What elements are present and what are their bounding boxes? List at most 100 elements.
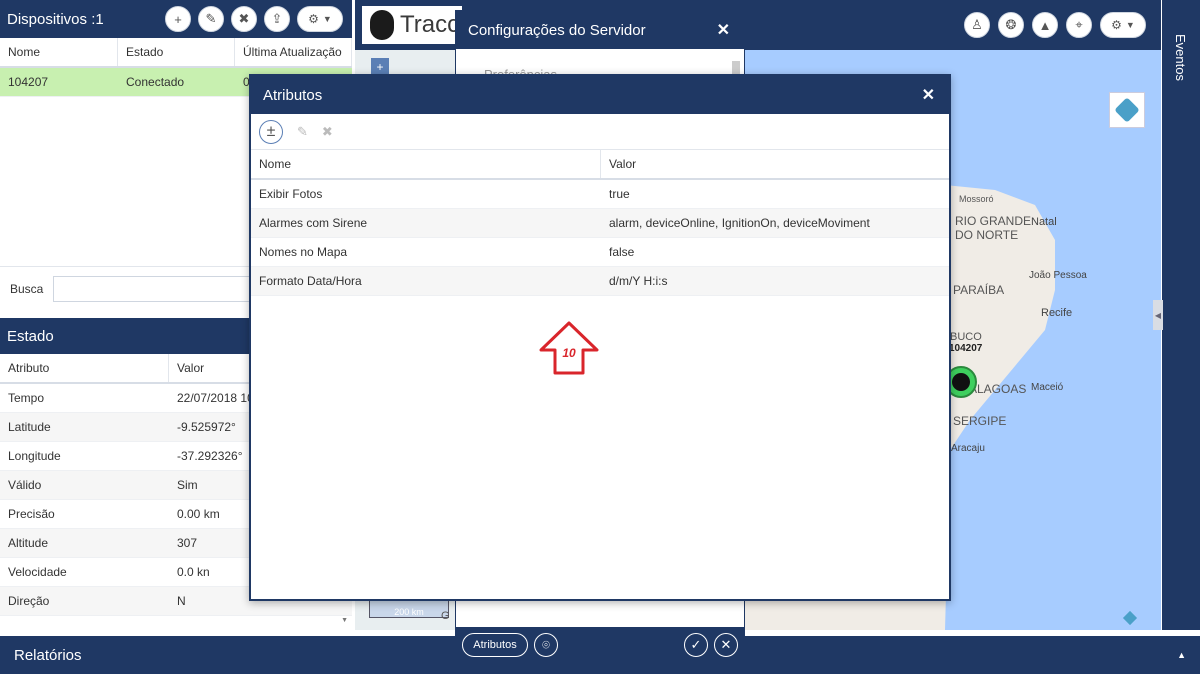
chevron-down-icon: ▼: [322, 14, 332, 24]
close-icon[interactable]: ✕: [717, 20, 730, 40]
attribute-row[interactable]: Nomes no Mapa false: [251, 238, 949, 267]
state-attribute: Válido: [8, 478, 42, 492]
attribute-row[interactable]: Formato Data/Hora d/m/Y H:i:s: [251, 267, 949, 296]
settings-menu-button[interactable]: ⚙ ▼: [1100, 12, 1146, 38]
state-attribute: Precisão: [8, 507, 55, 521]
upload-button[interactable]: ⇪: [264, 6, 290, 32]
remove-device-button[interactable]: ✖: [231, 6, 257, 32]
add-device-button[interactable]: +: [165, 6, 191, 32]
gear-icon: ⚙: [1111, 18, 1122, 32]
attribute-name: Exibir Fotos: [259, 187, 323, 201]
map-label: G: [441, 610, 450, 622]
events-panel[interactable]: Eventos: [1161, 0, 1200, 630]
search-input[interactable]: [53, 275, 254, 302]
map-label: Aracaju: [951, 443, 985, 454]
crosshair-icon: ⌖: [1075, 17, 1083, 32]
attribute-row[interactable]: Exibir Fotos true: [251, 180, 949, 209]
attributes-grid-header: Nome Valor: [251, 150, 949, 180]
user-button[interactable]: ♙: [964, 12, 990, 38]
edit-device-button[interactable]: ✎: [198, 6, 224, 32]
map-label: Natal: [1031, 216, 1057, 228]
user-icon: ♙: [971, 17, 983, 32]
map-pin-button[interactable]: ⌾: [534, 633, 558, 657]
close-icon[interactable]: ✕: [922, 85, 935, 105]
device-name: 104207: [8, 75, 49, 89]
map-label: SERGIPE: [953, 414, 1007, 428]
search-label: Busca: [10, 281, 44, 296]
column-header[interactable]: Valor: [601, 150, 949, 178]
state-attribute: Velocidade: [8, 565, 67, 579]
remove-attribute-button[interactable]: ✖: [322, 124, 333, 140]
column-header[interactable]: Última Atualização: [235, 38, 352, 66]
state-title: Estado: [7, 327, 54, 345]
attribute-value: alarm, deviceOnline, IgnitionOn, deviceM…: [609, 216, 870, 230]
map-label: Maceió: [1031, 382, 1064, 393]
state-attribute: Latitude: [8, 420, 51, 434]
route-button[interactable]: ▲: [1032, 12, 1058, 38]
layers-button[interactable]: [1109, 92, 1145, 128]
gear-icon: ⚙: [308, 12, 319, 26]
map-label: João Pessoa: [1029, 270, 1087, 281]
map-pin-icon: ⌾: [542, 637, 550, 652]
remove-icon: ✖: [238, 11, 250, 26]
device-menu-button[interactable]: ⚙ ▼: [297, 6, 343, 32]
column-header[interactable]: Atributo: [0, 354, 169, 382]
device-map-label: 104207: [949, 343, 983, 354]
attributes-title: Atributos: [263, 86, 323, 104]
arrow-annotation: 10: [539, 321, 599, 375]
check-icon: ✓: [690, 637, 702, 652]
column-header[interactable]: Nome: [0, 38, 118, 66]
layers-icon: [1114, 97, 1140, 123]
annotation-label: 10: [562, 346, 576, 360]
state-attribute: Altitude: [8, 536, 49, 550]
chevron-up-icon[interactable]: ▲: [1177, 650, 1186, 660]
map-label: Recife: [1041, 307, 1073, 319]
server-config-title: Configurações do Servidor: [468, 21, 646, 39]
follow-button[interactable]: ❂: [998, 12, 1024, 38]
attribute-value: false: [609, 245, 635, 259]
add-icon: +: [174, 11, 182, 27]
state-attribute: Direção: [8, 594, 50, 608]
state-attribute: Longitude: [8, 449, 61, 463]
add-icon: ±: [266, 122, 276, 140]
map-scale: 200 km: [369, 600, 449, 618]
map-label: ALAGOAS: [969, 382, 1027, 396]
app-logo: Tracc: [362, 6, 462, 44]
map-label: PARAÍBA: [953, 283, 1005, 297]
attribute-name: Alarmes com Sirene: [259, 216, 368, 230]
state-attribute: Tempo: [8, 391, 45, 405]
logo-text: Tracc: [400, 11, 460, 38]
chevron-down-icon: ▼: [1125, 20, 1135, 30]
attribute-name: Nomes no Mapa: [259, 245, 348, 259]
traccar-logo-icon: [370, 10, 394, 40]
upload-icon: ⇪: [271, 11, 283, 26]
attribute-row[interactable]: Alarmes com Sirene alarm, deviceOnline, I…: [251, 209, 949, 238]
events-title: Eventos: [1173, 34, 1188, 81]
scrollbar[interactable]: [732, 61, 740, 75]
edit-icon: ✎: [205, 11, 217, 26]
attribute-value: d/m/Y H:i:s: [609, 274, 668, 288]
road-icon: ▲: [1038, 17, 1052, 33]
cancel-button[interactable]: ✕: [714, 633, 738, 657]
devices-title: Dispositivos :1: [7, 10, 104, 28]
attributes-dialog: Atributos ✕ ± ✎ ✖ Nome Valor Exibir Foto…: [249, 74, 951, 601]
scroll-down-icon[interactable]: ▼: [341, 617, 348, 624]
column-header[interactable]: Estado: [118, 38, 235, 66]
map-label: BUCO: [950, 331, 982, 343]
expand-handle[interactable]: ◀: [1153, 300, 1163, 330]
save-button[interactable]: ✓: [684, 633, 708, 657]
attribute-rows: Exibir Fotos true Alarmes com Sirene alarm,…: [251, 180, 949, 296]
edit-attribute-button[interactable]: ✎: [297, 124, 308, 140]
reports-title: Relatórios: [14, 646, 82, 664]
devices-grid-header: Nome Estado Última Atualização: [0, 38, 352, 68]
attribute-value: true: [609, 187, 630, 201]
paw-icon: ❂: [1005, 17, 1017, 32]
map-label: Mossoró: [959, 194, 994, 204]
close-icon: ✕: [720, 637, 732, 652]
device-state: Conectado: [126, 75, 185, 89]
attributes-button[interactable]: Atributos: [462, 633, 528, 657]
locate-button[interactable]: ⌖: [1066, 12, 1092, 38]
column-header[interactable]: Nome: [251, 150, 601, 178]
add-attribute-button[interactable]: ±: [259, 119, 283, 144]
attributes-button-label: Atributos: [473, 639, 517, 651]
